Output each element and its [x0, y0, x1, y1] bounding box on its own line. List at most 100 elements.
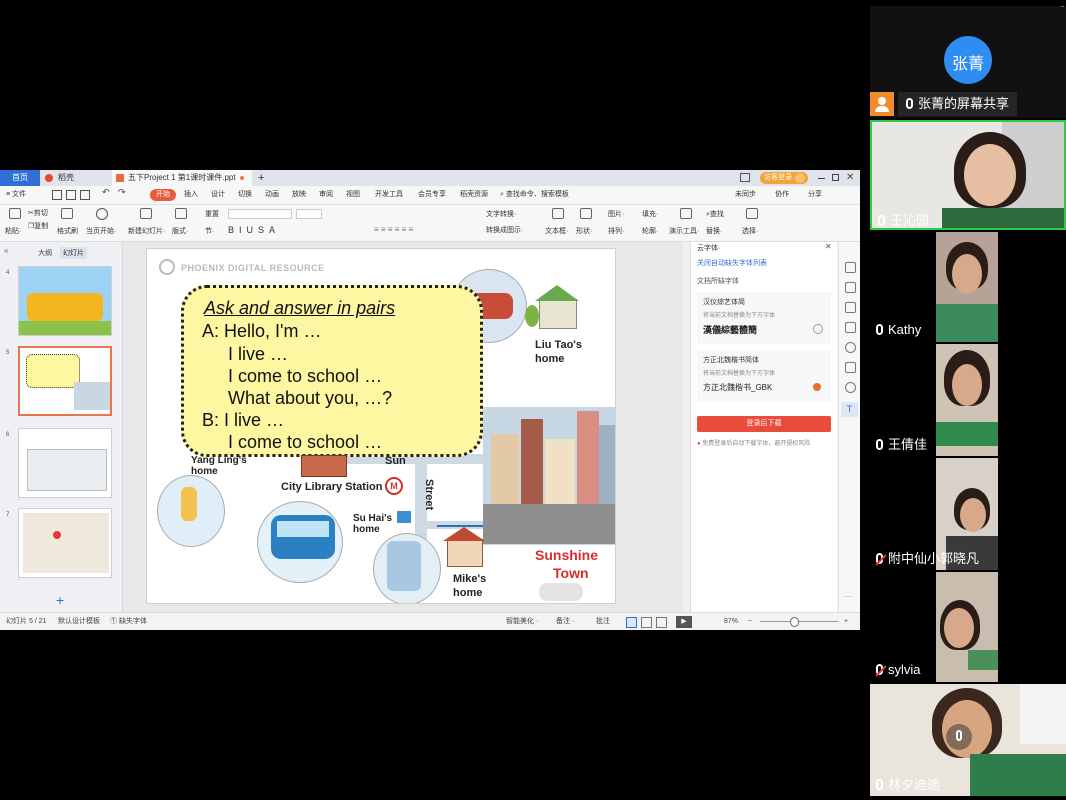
format-painter-icon[interactable] — [61, 208, 73, 219]
menu-member[interactable]: 会员专享 — [418, 186, 446, 204]
play-from-current-button[interactable]: 当页开始· — [86, 226, 116, 236]
current-slide[interactable]: PHOENIX DIGITAL RESOURCE Liu Tao's home … — [146, 248, 616, 604]
tool-icon[interactable] — [845, 362, 856, 373]
menu-design[interactable]: 设计 — [211, 186, 225, 204]
textbox-icon[interactable] — [552, 208, 564, 219]
user-avatar-icon[interactable] — [795, 173, 805, 183]
tool-icon[interactable] — [845, 302, 856, 313]
replace-button[interactable]: 替换· — [706, 226, 722, 236]
participant-tile[interactable]: sylvia — [870, 572, 1066, 682]
save-icon[interactable] — [52, 190, 62, 200]
layout-icon[interactable] — [175, 208, 187, 219]
menu-slideshow[interactable]: 放映 — [292, 186, 306, 204]
zoom-level[interactable]: 87% — [724, 613, 738, 630]
slide-thumbnail-selected[interactable] — [18, 346, 112, 416]
menu-file[interactable]: ≡ 文件 — [6, 186, 26, 204]
design-template[interactable]: 默认设计模板 — [58, 613, 100, 630]
section-button[interactable]: 节· — [205, 226, 214, 236]
tool-icon[interactable] — [845, 322, 856, 333]
slide-thumbnail[interactable] — [18, 428, 112, 498]
zoom-in-button[interactable]: + — [844, 613, 848, 630]
fill-button[interactable]: 填充· — [642, 209, 658, 219]
font-tool-icon[interactable]: T — [841, 402, 858, 417]
shape-button[interactable]: 形状· — [576, 226, 592, 236]
auto-missing-font-link[interactable]: 关闭自动缺失字体列表 — [697, 258, 767, 268]
new-slide-icon[interactable] — [140, 208, 152, 219]
tab-home[interactable]: 首页 — [0, 170, 40, 186]
reading-view-icon[interactable] — [656, 617, 667, 628]
menu-insert[interactable]: 插入 — [184, 186, 198, 204]
speech-bubble[interactable]: Ask and answer in pairs A: Hello, I'm … … — [181, 285, 483, 457]
participant-tile[interactable]: Kathy — [870, 232, 1066, 342]
tool-icon[interactable] — [845, 382, 856, 393]
minimize-icon[interactable] — [818, 178, 825, 179]
menu-view[interactable]: 视图 — [346, 186, 360, 204]
zoom-slider-thumb[interactable] — [790, 617, 799, 627]
cut-button[interactable]: ✂剪切 — [28, 208, 48, 218]
redo-icon[interactable]: ↷ — [118, 187, 126, 198]
tab-slides[interactable]: 幻灯片 — [60, 247, 87, 259]
tab-document[interactable]: 五下Project 1 第1课时课件.ppt — [112, 170, 252, 186]
play-icon[interactable] — [96, 208, 108, 220]
copy-button[interactable]: ❐复制 — [28, 221, 48, 231]
tool-icon[interactable] — [845, 342, 856, 353]
select-icon[interactable] — [746, 208, 758, 219]
layout-button[interactable]: 版式· — [172, 226, 188, 236]
slide-thumbnail[interactable] — [18, 266, 112, 336]
slideshow-play-button[interactable]: ▶ — [676, 616, 692, 628]
share-host-icon[interactable] — [870, 92, 894, 116]
new-tab-button[interactable]: + — [258, 170, 264, 186]
show-tools-icon[interactable] — [680, 208, 692, 219]
paste-button[interactable]: 粘贴· — [5, 226, 21, 236]
participant-tile[interactable]: 王沁园 — [870, 120, 1066, 230]
smart-beautify-button[interactable]: 智能美化 · — [506, 613, 538, 630]
normal-view-icon[interactable] — [626, 617, 637, 628]
menu-animation[interactable]: 动画 — [265, 186, 279, 204]
preview-icon[interactable] — [80, 190, 90, 200]
font-size-select[interactable] — [296, 209, 322, 219]
login-download-button[interactable]: 登录后下载 — [697, 416, 831, 432]
textbox-button[interactable]: 文本框· — [545, 226, 568, 236]
tool-icon[interactable] — [845, 282, 856, 293]
missing-font-status[interactable]: Ⓣ 缺失字体 — [110, 613, 147, 630]
participant-tile[interactable]: 王倩佳 — [870, 344, 1066, 456]
paste-icon[interactable] — [9, 208, 21, 219]
cloud-download-icon[interactable] — [813, 324, 823, 334]
tool-icon[interactable] — [845, 262, 856, 273]
print-icon[interactable] — [66, 190, 76, 200]
find-button[interactable]: ⌕查找 — [706, 209, 724, 219]
menu-developer[interactable]: 开发工具 — [375, 186, 403, 204]
menu-start[interactable]: 开始 — [150, 189, 176, 201]
replacement-font[interactable]: 漢儀綜藝體簡 — [703, 323, 757, 336]
host-tile[interactable]: 张菁 张菁的屏幕共享 — [870, 6, 1066, 118]
shape-icon[interactable] — [580, 208, 592, 219]
picture-button[interactable]: 图片· — [608, 209, 624, 219]
arrange-button[interactable]: 排列· — [608, 226, 624, 236]
panel-close-icon[interactable]: ✕ — [825, 242, 832, 251]
font-style-buttons[interactable]: BIUSA — [228, 225, 280, 235]
restore-icon[interactable] — [832, 174, 839, 181]
tab-daoke[interactable]: 稻壳 — [40, 170, 110, 186]
to-text-button[interactable]: 文字转换· — [486, 209, 516, 219]
textart-button[interactable]: 转换成图示· — [486, 225, 523, 235]
reset-button[interactable]: 重置 — [205, 209, 219, 219]
share-button[interactable]: 分享 — [808, 186, 822, 204]
format-painter-button[interactable]: 格式刷 — [57, 226, 78, 236]
participant-tile[interactable]: 林夕迪迪 — [870, 684, 1066, 796]
zoom-out-button[interactable]: − — [748, 613, 752, 630]
tab-outline[interactable]: 大纲 — [38, 248, 52, 258]
show-tools-button[interactable]: 演示工具· — [669, 226, 699, 236]
notes-button[interactable]: 备注 · — [556, 613, 574, 630]
comments-button[interactable]: 批注 — [596, 613, 610, 630]
window-layout-icon[interactable] — [740, 173, 750, 182]
slide-thumbnail[interactable] — [18, 508, 112, 578]
font-name-select[interactable] — [228, 209, 292, 219]
new-slide-button[interactable]: 新建幻灯片· — [128, 226, 165, 236]
sorter-view-icon[interactable] — [641, 617, 652, 628]
menu-transition[interactable]: 切换 — [238, 186, 252, 204]
sync-status[interactable]: 未同步 — [735, 186, 756, 204]
collab-button[interactable]: 协作 — [775, 186, 789, 204]
more-icon[interactable]: ··· — [844, 592, 852, 601]
menu-daoke[interactable]: 稻壳资源 — [460, 186, 488, 204]
menu-review[interactable]: 审阅 — [319, 186, 333, 204]
